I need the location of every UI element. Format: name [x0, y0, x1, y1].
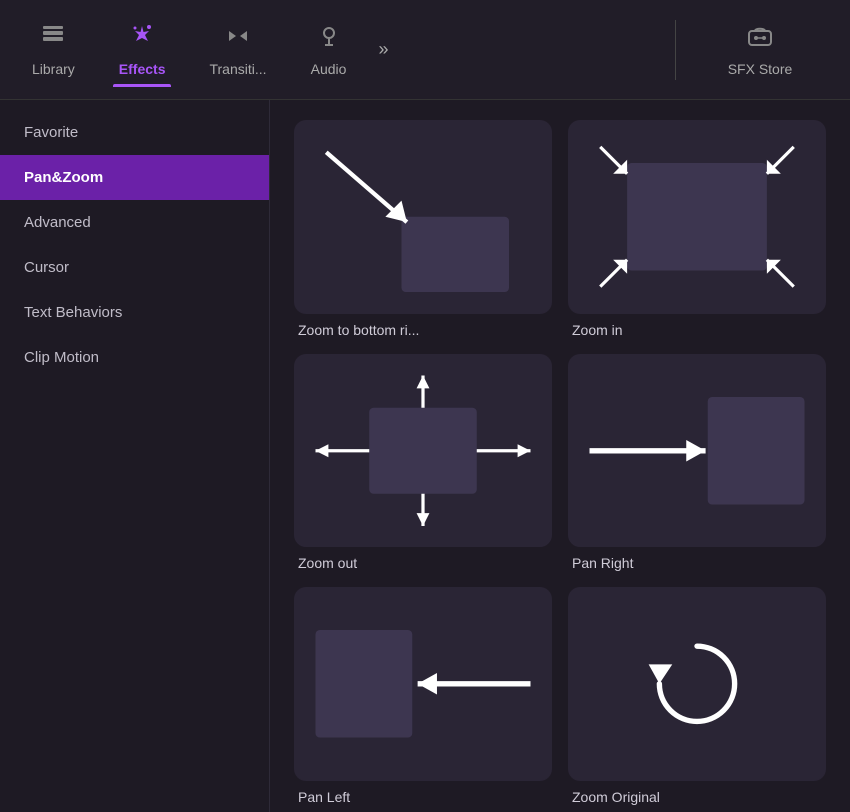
nav-item-transitions[interactable]: Transiti...	[187, 13, 288, 87]
content-area: Zoom to bottom ri...	[270, 100, 850, 812]
nav-label-effects: Effects	[119, 61, 166, 77]
audio-icon	[316, 23, 342, 55]
effect-thumb-pan-right	[568, 354, 826, 548]
nav-more-button[interactable]: »	[369, 39, 399, 60]
nav-item-library[interactable]: Library	[10, 13, 97, 87]
effect-thumb-zoom-bottom-right	[294, 120, 552, 314]
effect-label-zoom-in: Zoom in	[568, 322, 826, 338]
effect-thumb-zoom-in	[568, 120, 826, 314]
effect-label-pan-left: Pan Left	[294, 789, 552, 805]
effects-grid: Zoom to bottom ri...	[294, 120, 826, 805]
nav-label-transitions: Transiti...	[209, 61, 266, 77]
nav-label-sfx-store: SFX Store	[728, 61, 793, 77]
nav-label-library: Library	[32, 61, 75, 77]
sidebar-item-favorite[interactable]: Favorite	[0, 110, 269, 155]
top-nav: Library Effects Transiti...	[0, 0, 850, 100]
sidebar-item-text-behaviors[interactable]: Text Behaviors	[0, 290, 269, 335]
effects-icon	[129, 23, 155, 55]
nav-divider	[675, 20, 676, 80]
effect-card-pan-right[interactable]: Pan Right	[568, 354, 826, 572]
sidebar-item-cursor[interactable]: Cursor	[0, 245, 269, 290]
nav-item-sfx-store[interactable]: SFX Store	[704, 13, 817, 87]
effect-thumb-zoom-original	[568, 587, 826, 781]
effect-card-pan-left[interactable]: Pan Left	[294, 587, 552, 805]
library-icon	[40, 23, 66, 55]
effect-thumb-zoom-out	[294, 354, 552, 548]
nav-item-effects[interactable]: Effects	[97, 13, 188, 87]
sidebar-item-clip-motion[interactable]: Clip Motion	[0, 335, 269, 380]
main-layout: Favorite Pan&Zoom Advanced Cursor Text B…	[0, 100, 850, 812]
effect-thumb-pan-left	[294, 587, 552, 781]
sfx-store-icon	[745, 23, 775, 55]
effect-card-zoom-bottom-right[interactable]: Zoom to bottom ri...	[294, 120, 552, 338]
effect-card-zoom-in[interactable]: Zoom in	[568, 120, 826, 338]
sidebar-item-panzoom[interactable]: Pan&Zoom	[0, 155, 269, 200]
transitions-icon	[225, 23, 251, 55]
nav-right: SFX Store	[680, 13, 840, 87]
sidebar: Favorite Pan&Zoom Advanced Cursor Text B…	[0, 100, 270, 812]
effect-card-zoom-out[interactable]: Zoom out	[294, 354, 552, 572]
nav-left: Library Effects Transiti...	[10, 13, 671, 87]
effect-label-zoom-bottom-right: Zoom to bottom ri...	[294, 322, 552, 338]
effect-card-zoom-original[interactable]: Zoom Original	[568, 587, 826, 805]
effect-label-zoom-out: Zoom out	[294, 555, 552, 571]
effect-label-zoom-original: Zoom Original	[568, 789, 826, 805]
nav-label-audio: Audio	[311, 61, 347, 77]
effect-label-pan-right: Pan Right	[568, 555, 826, 571]
sidebar-item-advanced[interactable]: Advanced	[0, 200, 269, 245]
nav-item-audio[interactable]: Audio	[289, 13, 369, 87]
